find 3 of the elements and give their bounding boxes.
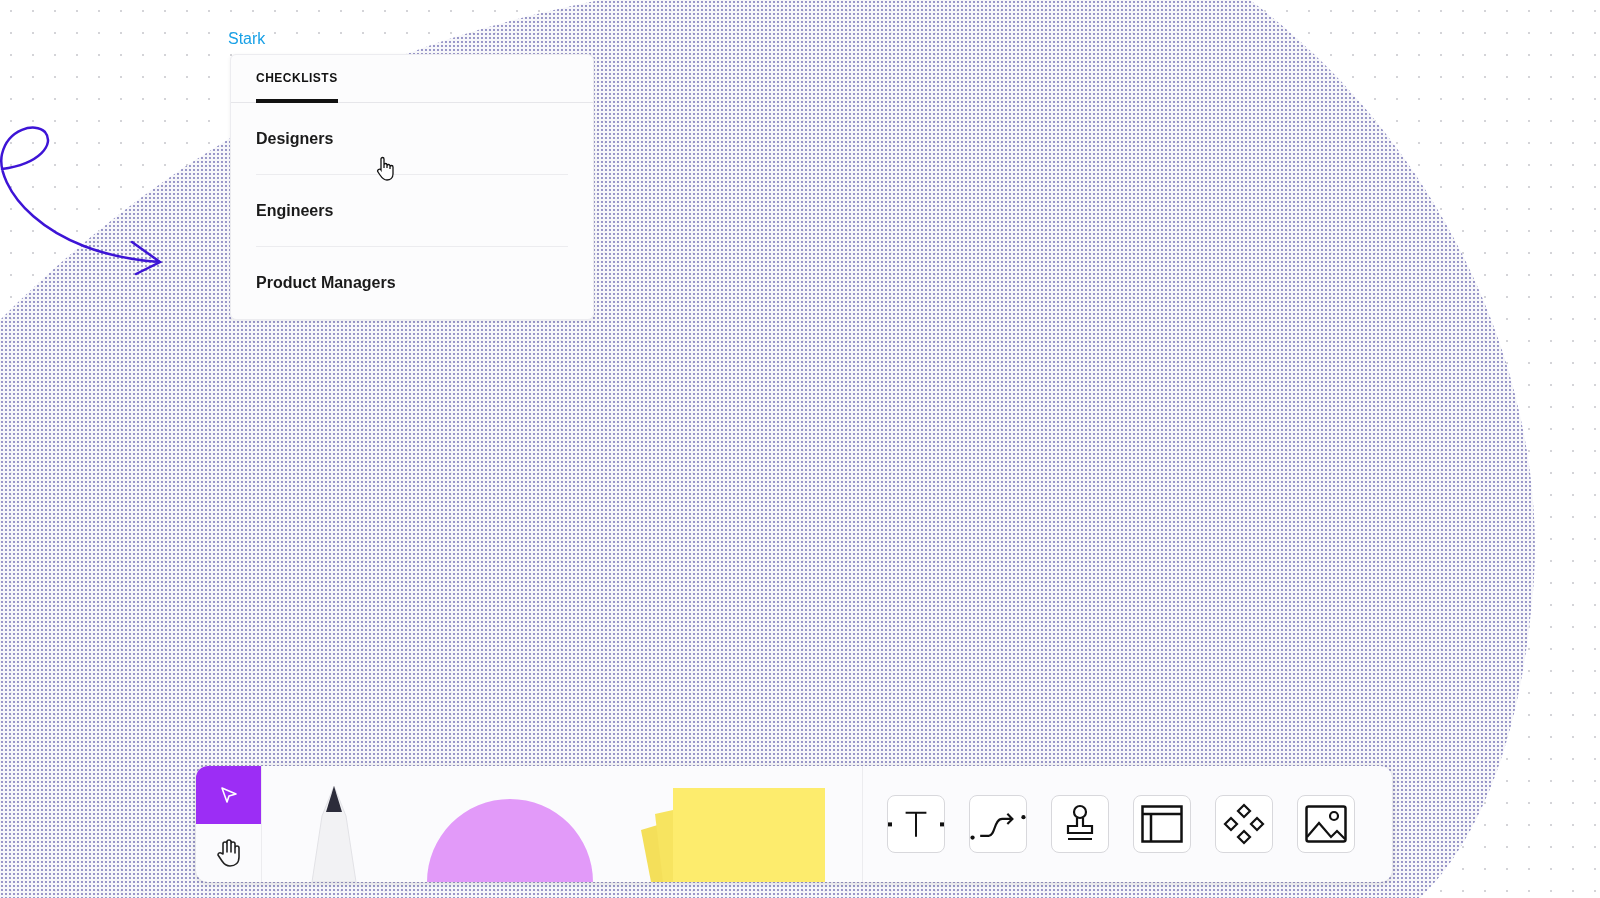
user-name-label: Stark — [228, 30, 266, 48]
checklist-item[interactable]: Product Managers — [256, 247, 568, 318]
checklists-tab[interactable]: CHECKLISTS — [256, 55, 338, 103]
